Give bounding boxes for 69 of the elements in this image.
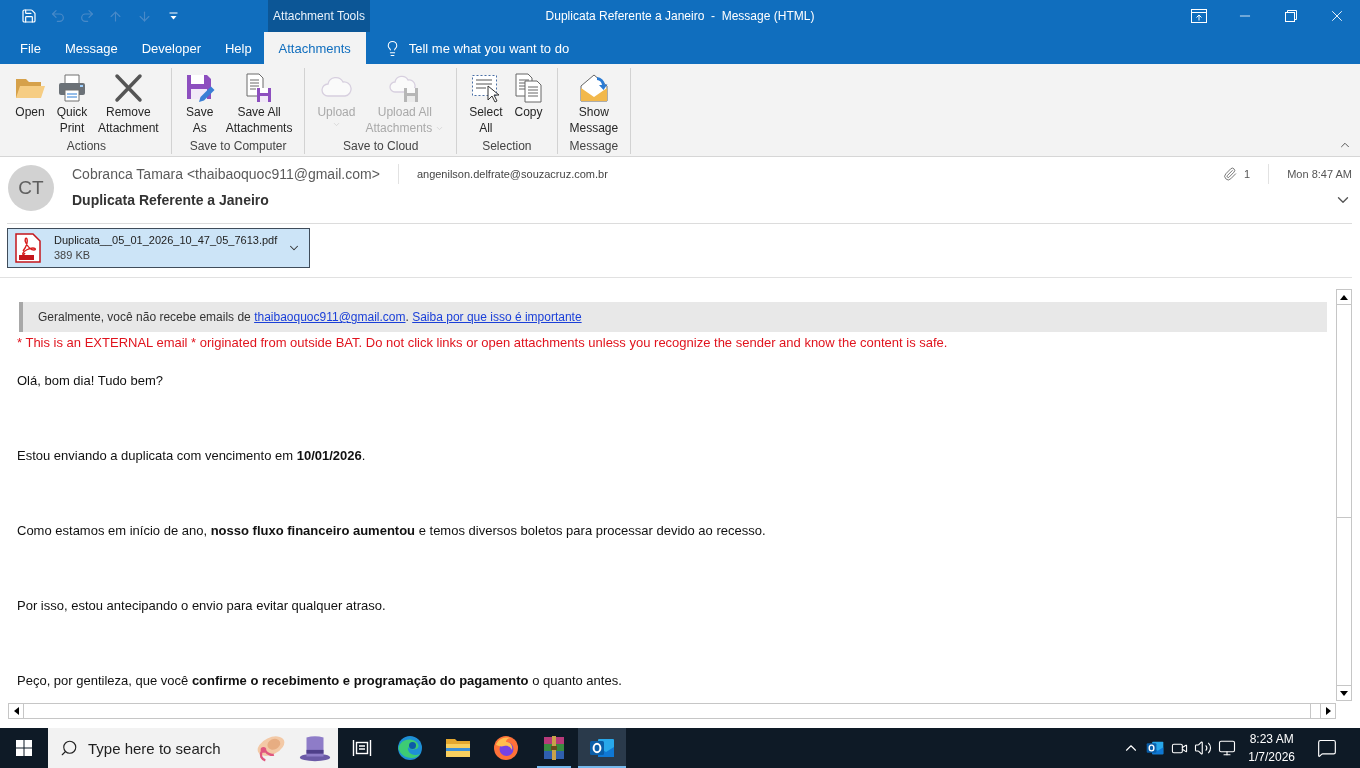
speech-bubble-icon[interactable] bbox=[1317, 738, 1337, 758]
restore-icon[interactable] bbox=[1285, 10, 1297, 22]
tell-me-search[interactable]: Tell me what you want to do bbox=[379, 32, 574, 64]
mail-app-icon[interactable] bbox=[1146, 739, 1165, 757]
body-paragraph: Como estamos em início de ano, nosso fluxo financeiro aumentou e temos diversos boletos para processar devido ao recesso. bbox=[17, 522, 767, 540]
pdf-file-icon bbox=[15, 233, 41, 263]
bar-caret-icon[interactable] bbox=[169, 12, 178, 20]
right-triangle-icon[interactable] bbox=[1325, 707, 1331, 715]
sender-name: Cobranca Tamara <thaibaoquoc911@gmail.com> bbox=[72, 166, 380, 182]
message-subject: Duplicata Referente a Janeiro bbox=[72, 192, 269, 208]
ribbon-group-label: Save to Computer bbox=[188, 138, 288, 154]
quick-print-button[interactable]: Quick Print bbox=[52, 72, 92, 136]
horizontal-scrollbar[interactable] bbox=[8, 703, 1336, 719]
notice-text: Geralmente, você não recebe emails de thaibaoquoc911@gmail.com. Saiba por que isso é importante bbox=[38, 310, 582, 324]
up-triangle-icon[interactable] bbox=[1340, 294, 1348, 300]
received-time: Mon 8:47 AM bbox=[1287, 168, 1352, 180]
external-warning: * This is an EXTERNAL email * originated from outside BAT. Do not click links or open attachments unless you recognize the sender and know the content is safe. bbox=[17, 335, 949, 351]
ribbon-tab[interactable]: Attachments bbox=[263, 32, 366, 64]
attachment-chip[interactable]: Duplicata__05_01_2026_10_47_05_7613.pdf 389 KB bbox=[7, 228, 311, 268]
search-bar[interactable]: Type here to search bbox=[48, 728, 338, 768]
attachment-count: 1 bbox=[1244, 168, 1251, 180]
folder-icon bbox=[445, 737, 471, 759]
ribbon-group-label: Selection bbox=[481, 138, 533, 154]
remove-attachment-button[interactable]: Remove Attachment bbox=[94, 72, 163, 136]
ribbon-group-label: Message bbox=[568, 138, 620, 154]
notice-link[interactable]: Saiba por que isso é importante bbox=[412, 310, 582, 324]
ribbon-tab[interactable]: Developer bbox=[129, 32, 213, 64]
vertical-scrollbar[interactable] bbox=[1336, 289, 1352, 701]
floppy-icon[interactable] bbox=[20, 8, 37, 24]
down-triangle-icon[interactable] bbox=[1340, 690, 1348, 696]
open-button[interactable]: Open bbox=[10, 72, 50, 120]
envelope-arrow-icon bbox=[577, 72, 610, 104]
start-logo-icon[interactable] bbox=[16, 740, 32, 756]
ribbon-group-label: Actions bbox=[65, 138, 108, 154]
select-all-button[interactable]: Select All bbox=[465, 72, 507, 136]
monitor-icon[interactable] bbox=[1218, 739, 1237, 757]
paperclip-icon bbox=[1223, 167, 1238, 181]
fox-globe-icon bbox=[493, 735, 519, 761]
search-icon bbox=[60, 739, 78, 757]
ribbon-tab[interactable]: Message bbox=[52, 32, 130, 64]
body-paragraph: Olá, bom dia! Tudo bem? bbox=[17, 372, 164, 390]
ribbon-group-label: Save to Cloud bbox=[342, 138, 420, 154]
notice-link[interactable]: thaibaoquoc911@gmail.com bbox=[254, 310, 406, 324]
task-view-icon bbox=[352, 739, 372, 757]
save-as-button[interactable]: Save As bbox=[179, 72, 220, 136]
taskbar-app-button[interactable] bbox=[578, 728, 626, 768]
books-stack-icon bbox=[541, 735, 567, 761]
dashed-selection-icon bbox=[469, 72, 502, 104]
body-paragraph: Peço, por gentileza, que você confirme o recebimento e programação do pagamento o quanto antes. bbox=[17, 672, 623, 690]
search-field[interactable]: Type here to search bbox=[88, 739, 244, 757]
save-all-button[interactable]: Save All Attachments bbox=[221, 72, 297, 136]
wave-circle-icon bbox=[397, 735, 423, 761]
ribbon-tab[interactable]: Help bbox=[212, 32, 264, 64]
speaker-icon[interactable] bbox=[1194, 739, 1213, 757]
body-paragraph: Por isso, estou antecipando o envio para evitar qualquer atraso. bbox=[17, 597, 387, 615]
recipient-address: angenilson.delfrate@souzacruz.com.br bbox=[416, 168, 608, 180]
body-paragraph: Estou enviando a duplicata com vencimento em 10/01/2026. bbox=[17, 447, 367, 465]
copy-icon bbox=[512, 72, 545, 104]
window-title: Duplicata Referente a Janeiro - Message (HTML) bbox=[545, 8, 815, 25]
cross-icon bbox=[112, 72, 145, 104]
copy-button[interactable]: Copy bbox=[508, 72, 549, 120]
ribbon-tab[interactable]: File bbox=[8, 32, 53, 64]
show-message-button[interactable]: Show Message bbox=[565, 72, 623, 136]
context-tab-group: Attachment Tools bbox=[268, 0, 370, 32]
left-triangle-icon[interactable] bbox=[13, 707, 19, 715]
clock[interactable]: 8:23 AM 1/7/2026 bbox=[1239, 728, 1304, 768]
printer-icon bbox=[56, 72, 88, 104]
top-hat-icon bbox=[298, 733, 332, 763]
avatar-initials: CT bbox=[8, 165, 54, 211]
